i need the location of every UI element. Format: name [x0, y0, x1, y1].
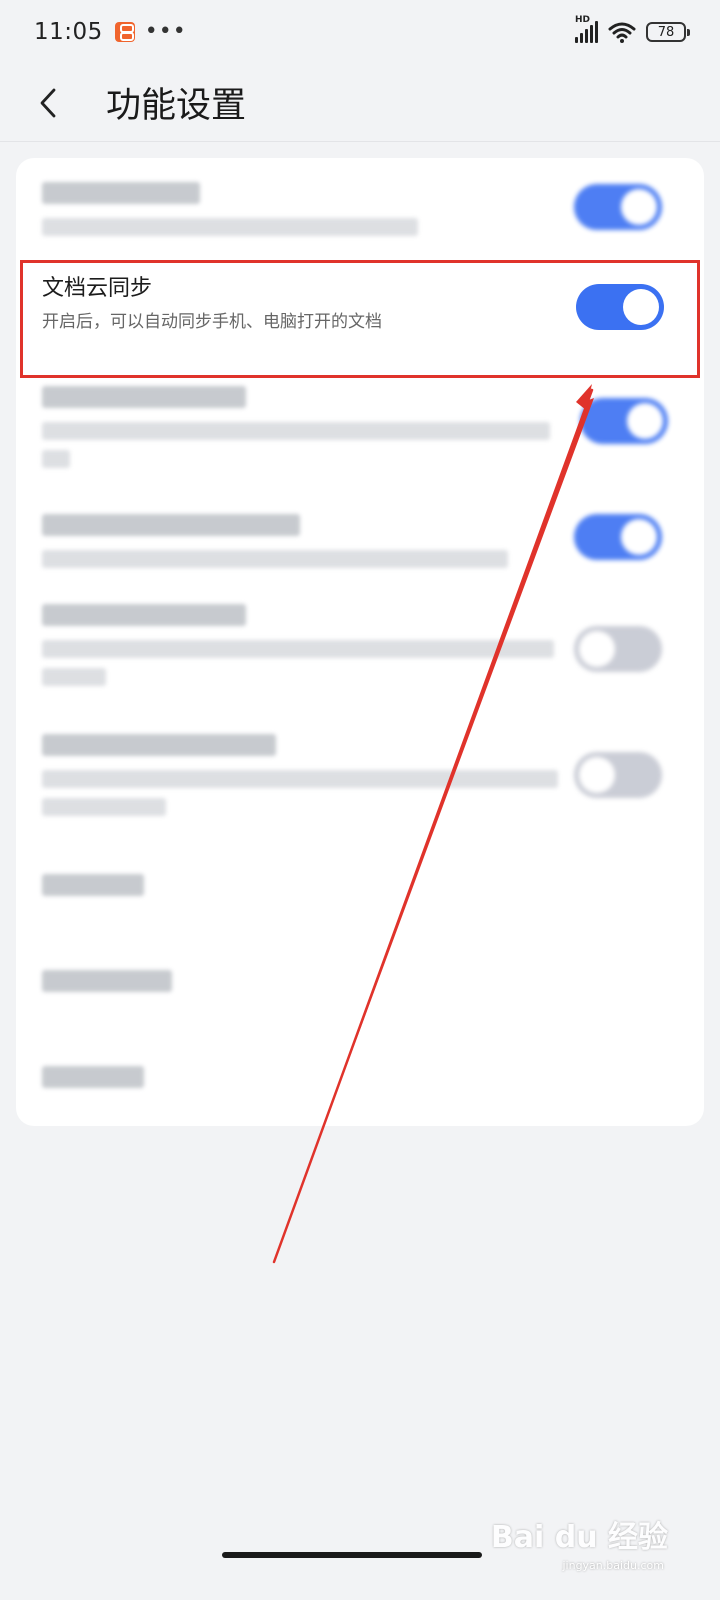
more-notifications-icon: •••	[144, 19, 187, 44]
battery-icon: 78	[646, 22, 690, 42]
setting-description: 开启后，可以自动同步手机、电脑打开的文档	[42, 312, 382, 332]
setting-row-blurred[interactable]	[16, 494, 704, 600]
home-indicator[interactable]	[222, 1552, 482, 1558]
setting-row-document-cloud-sync[interactable]: 文档云同步 开启后，可以自动同步手机、电脑打开的文档	[16, 260, 704, 378]
page-title: 功能设置	[106, 86, 247, 126]
status-time: 11:05	[34, 19, 103, 45]
setting-row-blurred[interactable]	[16, 158, 704, 258]
setting-row-blurred[interactable]	[16, 600, 704, 728]
setting-toggle[interactable]	[574, 626, 662, 672]
setting-title: 文档云同步	[42, 276, 153, 301]
setting-toggle[interactable]	[574, 184, 662, 230]
menu-item-blurred[interactable]	[16, 854, 704, 950]
app-notification-icon	[114, 22, 135, 42]
setting-toggle[interactable]	[574, 514, 662, 560]
baidu-watermark-logo: Bai du 经验	[490, 1520, 668, 1555]
signal-icon: HD	[575, 15, 598, 43]
wifi-icon	[608, 22, 636, 43]
status-indicators: HD 78	[575, 15, 690, 43]
menu-item-blurred[interactable]	[16, 1046, 704, 1126]
status-bar: 11:05 ••• HD 78	[0, 0, 720, 64]
menu-item-blurred[interactable]	[16, 950, 704, 1046]
page-header: 功能设置	[0, 64, 720, 142]
back-button[interactable]	[28, 83, 68, 123]
network-type-label: HD	[575, 15, 591, 25]
document-cloud-sync-toggle[interactable]	[576, 284, 664, 330]
setting-row-blurred[interactable]	[16, 378, 704, 494]
setting-row-blurred[interactable]	[16, 728, 704, 854]
settings-card: 文档云同步 开启后，可以自动同步手机、电脑打开的文档	[16, 158, 704, 1126]
battery-level: 78	[657, 24, 675, 40]
chevron-left-icon	[40, 88, 56, 117]
setting-toggle[interactable]	[574, 752, 662, 798]
baidu-watermark-domain: jingyan.baidu.com	[562, 1559, 664, 1572]
setting-toggle[interactable]	[580, 398, 668, 444]
